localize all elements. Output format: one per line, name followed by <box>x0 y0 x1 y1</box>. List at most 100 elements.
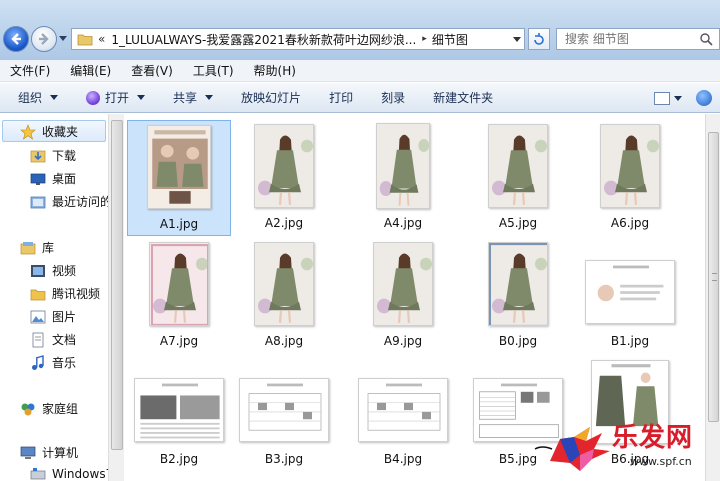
file-item[interactable]: B4.jpg <box>351 356 455 472</box>
file-name[interactable]: B2.jpg <box>127 452 231 466</box>
file-thumbnail[interactable] <box>147 125 211 209</box>
file-thumbnail[interactable] <box>376 123 430 209</box>
file-thumbnail[interactable] <box>358 378 448 442</box>
file-name[interactable]: A4.jpg <box>351 216 455 230</box>
file-item[interactable]: A8.jpg <box>232 238 336 354</box>
print-button[interactable]: 打印 <box>329 89 353 106</box>
file-item[interactable]: A4.jpg <box>351 120 455 236</box>
nav-documents[interactable]: 文档 <box>30 331 76 348</box>
file-thumbnail[interactable] <box>488 124 548 208</box>
nav-windows7-drive[interactable]: Windows7 <box>30 466 108 481</box>
recent-places-icon <box>30 196 46 208</box>
file-list-scrollbar-thumb[interactable] <box>708 132 719 422</box>
file-item[interactable]: A6.jpg <box>578 120 682 236</box>
file-thumbnail[interactable] <box>373 242 433 326</box>
view-dropdown[interactable] <box>674 95 682 101</box>
menu-bar: 文件(F) 编辑(E) 查看(V) 工具(T) 帮助(H) <box>0 60 720 82</box>
drive-icon <box>30 468 46 480</box>
nav-music[interactable]: 音乐 <box>30 354 76 371</box>
change-view-icon[interactable] <box>654 91 670 105</box>
search-box[interactable] <box>556 28 720 50</box>
file-name[interactable]: B4.jpg <box>351 452 455 466</box>
file-item[interactable]: B0.jpg <box>466 238 570 354</box>
view-controls <box>650 90 712 106</box>
open-icon <box>86 90 101 105</box>
new-folder-button[interactable]: 新建文件夹 <box>433 89 493 106</box>
file-item[interactable]: B1.jpg <box>578 238 682 354</box>
file-thumbnail[interactable] <box>239 378 329 442</box>
arrow-right-icon <box>39 33 49 45</box>
back-button[interactable] <box>3 26 29 52</box>
file-thumbnail[interactable] <box>149 242 209 326</box>
file-name[interactable]: A2.jpg <box>232 216 336 230</box>
nav-homegroup[interactable]: 家庭组 <box>20 400 78 417</box>
file-name[interactable]: A9.jpg <box>351 334 455 348</box>
download-folder-icon <box>30 150 46 162</box>
navigation-scrollbar[interactable] <box>108 114 124 481</box>
folder-icon <box>77 34 93 46</box>
organize-button[interactable]: 组织 <box>18 89 59 106</box>
nav-pictures[interactable]: 图片 <box>30 308 76 325</box>
file-item[interactable]: B3.jpg <box>232 356 336 472</box>
menu-help[interactable]: 帮助(H) <box>254 62 296 79</box>
file-thumbnail[interactable] <box>134 378 224 442</box>
documents-icon <box>32 332 44 347</box>
file-item[interactable]: B2.jpg <box>127 356 231 472</box>
file-item[interactable]: A9.jpg <box>351 238 455 354</box>
burn-button[interactable]: 刻录 <box>381 89 405 106</box>
file-name[interactable]: B0.jpg <box>466 334 570 348</box>
video-icon <box>31 264 45 277</box>
file-item[interactable]: A2.jpg <box>232 120 336 236</box>
file-thumbnail[interactable] <box>488 242 548 326</box>
navigation-scrollbar-thumb[interactable] <box>111 120 123 450</box>
share-button[interactable]: 共享 <box>173 89 214 106</box>
address-bar[interactable]: « 1_LULUALWAYS-我爱露露2021春秋新款荷叶边网纱浪... ▸ 细… <box>71 28 525 50</box>
file-name[interactable]: B3.jpg <box>232 452 336 466</box>
recent-pages-dropdown[interactable] <box>59 36 67 41</box>
search-input[interactable] <box>557 29 699 49</box>
address-overflow[interactable]: « <box>98 32 105 46</box>
forward-button[interactable] <box>31 26 57 52</box>
file-thumbnail[interactable] <box>254 124 314 208</box>
file-name[interactable]: A6.jpg <box>578 216 682 230</box>
menu-file[interactable]: 文件(F) <box>10 62 50 79</box>
navigation-pane: 收藏夹 下载 桌面 最近访问的 库 视频 腾讯视频 图片 文档 音乐 家庭组 计… <box>0 114 108 481</box>
nav-tencent-video[interactable]: 腾讯视频 <box>30 285 100 302</box>
address-current-folder[interactable]: 细节图 <box>432 31 468 48</box>
menu-view[interactable]: 查看(V) <box>131 62 173 79</box>
refresh-button[interactable] <box>528 28 550 50</box>
nav-computer[interactable]: 计算机 <box>20 444 78 461</box>
desktop-icon <box>30 173 46 185</box>
watermark-text: 乐发网 <box>612 423 694 453</box>
nav-desktop[interactable]: 桌面 <box>30 170 76 187</box>
address-separator[interactable]: ▸ <box>422 34 427 44</box>
file-thumbnail[interactable] <box>585 260 675 324</box>
file-item[interactable]: A5.jpg <box>466 120 570 236</box>
nav-videos[interactable]: 视频 <box>30 262 76 279</box>
help-icon[interactable] <box>696 90 712 106</box>
file-name[interactable]: A1.jpg <box>128 217 230 231</box>
address-dropdown[interactable] <box>513 37 521 42</box>
slideshow-button[interactable]: 放映幻灯片 <box>241 89 301 106</box>
file-thumbnail[interactable] <box>600 124 660 208</box>
nav-downloads[interactable]: 下载 <box>30 147 76 164</box>
arrow-left-icon <box>11 33 21 45</box>
file-thumbnail[interactable] <box>254 242 314 326</box>
chevron-down-icon <box>137 95 146 100</box>
file-item[interactable]: A7.jpg <box>127 238 231 354</box>
file-name[interactable]: A8.jpg <box>232 334 336 348</box>
file-name[interactable]: A7.jpg <box>127 334 231 348</box>
search-icon[interactable] <box>699 32 713 46</box>
pictures-icon <box>30 310 46 323</box>
file-item[interactable]: A1.jpg <box>127 120 231 236</box>
file-name[interactable]: A5.jpg <box>466 216 570 230</box>
watermark-logo: 乐发网 www.spf.cn <box>530 415 720 481</box>
menu-tools[interactable]: 工具(T) <box>193 62 234 79</box>
menu-edit[interactable]: 编辑(E) <box>70 62 111 79</box>
nav-favorites[interactable]: 收藏夹 <box>20 123 78 140</box>
address-path[interactable]: 1_LULUALWAYS-我爱露露2021春秋新款荷叶边网纱浪... <box>111 31 416 48</box>
open-button[interactable]: 打开 <box>86 89 146 106</box>
nav-libraries[interactable]: 库 <box>20 239 54 256</box>
nav-recent-places[interactable]: 最近访问的 <box>30 193 108 210</box>
file-name[interactable]: B1.jpg <box>578 334 682 348</box>
